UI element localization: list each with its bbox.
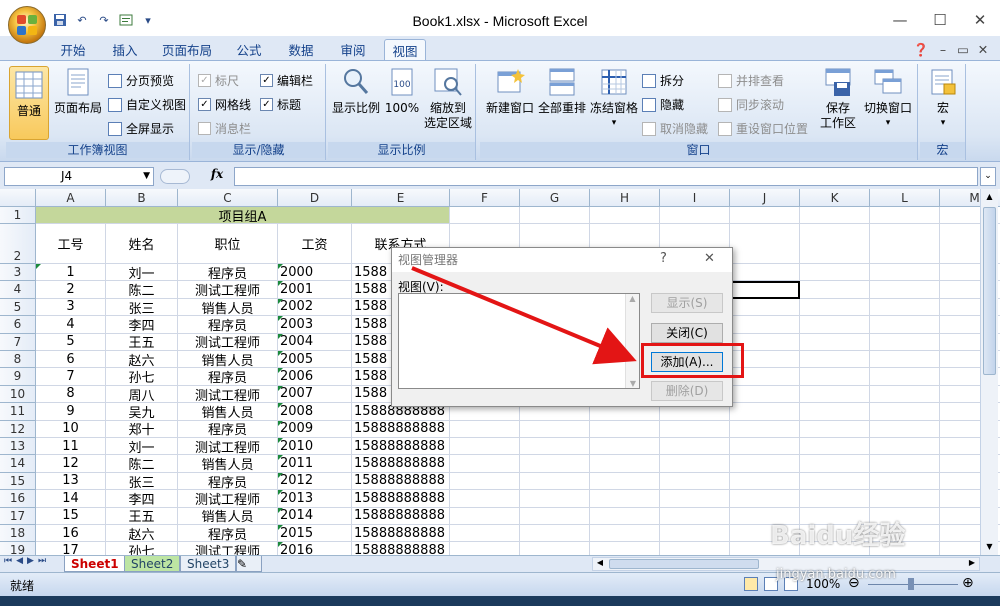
office-logo-icon <box>17 15 37 35</box>
baidu-watermark-logo: Baidu经验 <box>770 521 906 551</box>
baidu-watermark-url: jingyan.baidu.com <box>776 567 896 582</box>
office-button[interactable] <box>8 6 46 44</box>
